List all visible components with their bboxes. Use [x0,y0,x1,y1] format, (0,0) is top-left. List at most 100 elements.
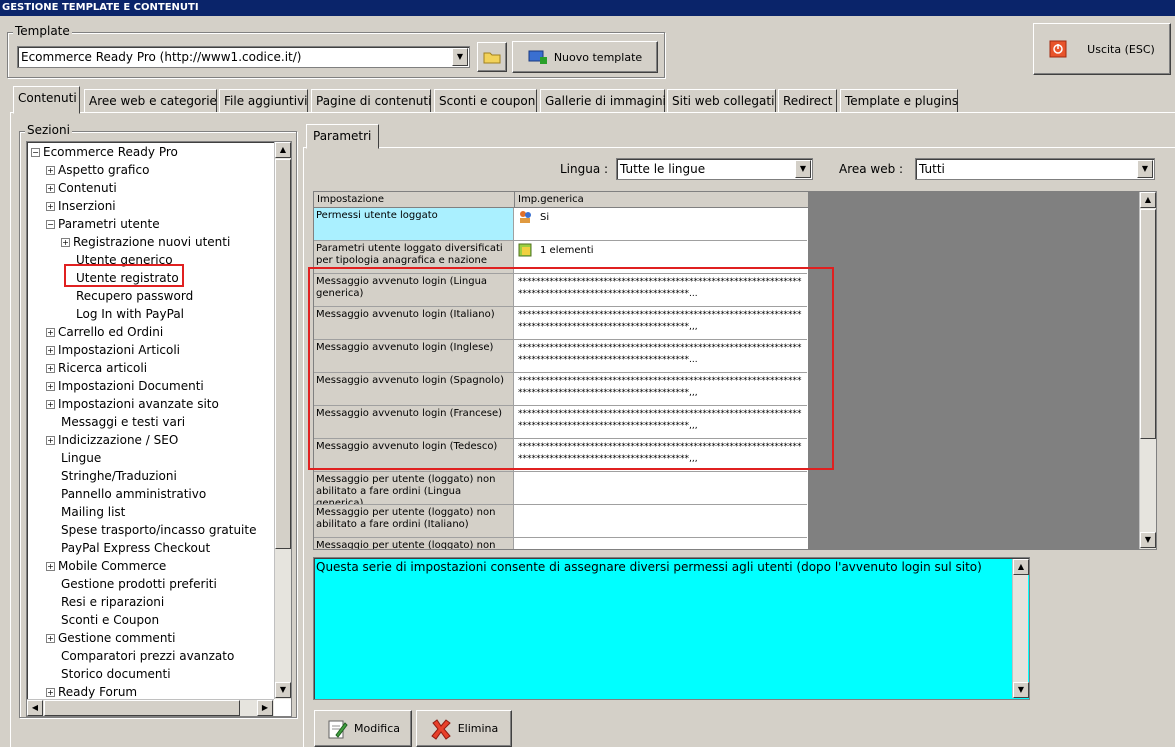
tree-item-pannello[interactable]: Pannello amministrativo [61,485,206,503]
tab-redirect[interactable]: Redirect [778,89,837,113]
tree-item-recupero-password[interactable]: Recupero password [76,287,193,305]
tree-vscrollbar[interactable]: ▲ ▼ [274,142,291,699]
tree-item-lingue[interactable]: Lingue [61,449,101,467]
tab-siti-collegati[interactable]: Siti web collegati [667,89,776,113]
scroll-right-icon[interactable]: ▶ [257,700,273,716]
scroll-down-icon[interactable]: ▼ [275,682,291,698]
setting-name: Messaggio per utente (loggato) non [314,538,514,549]
description-vscrollbar[interactable]: ▲ ▼ [1012,559,1029,698]
collapse-icon[interactable]: − [46,220,55,229]
expand-icon[interactable]: + [46,184,55,193]
tree-item-sconti-coupon[interactable]: Sconti e Coupon [61,611,159,629]
tree-item-registrazione[interactable]: + Registrazione nuovi utenti [61,233,230,251]
collapse-icon[interactable]: − [31,148,40,157]
modify-button[interactable]: Modifica [314,710,412,747]
setting-value-text: Si [540,212,550,223]
lingua-select[interactable]: Tutte le lingue ▼ [616,158,813,180]
expand-icon[interactable]: + [46,688,55,697]
tree-item-inserzioni[interactable]: + Inserzioni [46,197,116,215]
tab-contenuti[interactable]: Contenuti [13,86,80,114]
expand-icon[interactable]: + [46,346,55,355]
expand-icon[interactable]: + [46,382,55,391]
setting-value[interactable] [515,505,807,537]
tree-item-storico[interactable]: Storico documenti [61,665,171,683]
grid-vscrollbar[interactable]: ▲ ▼ [1139,192,1156,549]
expand-icon[interactable]: + [46,364,55,373]
tab-sconti-coupon[interactable]: Sconti e coupon [434,89,537,113]
tab-parametri[interactable]: Parametri [306,124,379,149]
scroll-up-icon[interactable]: ▲ [1140,192,1156,208]
setting-value[interactable] [515,538,807,549]
scroll-down-icon[interactable]: ▼ [1140,532,1156,548]
tree-item-gestione-commenti[interactable]: + Gestione commenti [46,629,175,647]
tree-item-impostazioni-articoli[interactable]: + Impostazioni Articoli [46,341,180,359]
expand-icon[interactable]: + [46,400,55,409]
grid-empty-area [808,192,1139,549]
area-web-select[interactable]: Tutti ▼ [915,158,1155,180]
tree-item-contenuti[interactable]: + Contenuti [46,179,117,197]
tree-item-spese-trasporto[interactable]: Spese trasporto/incasso gratuite [61,521,256,539]
expand-icon[interactable]: + [46,166,55,175]
tree-item-paypal-express[interactable]: PayPal Express Checkout [61,539,210,557]
expand-icon[interactable]: + [61,238,70,247]
chevron-down-icon[interactable]: ▼ [1137,160,1153,178]
grid-row[interactable]: Permessi utente loggato Si [314,208,807,241]
grid-row[interactable]: Messaggio per utente (loggato) non abili… [314,472,807,505]
expand-icon[interactable]: + [46,202,55,211]
tree-item-parametri-utente[interactable]: − Parametri utente [46,215,160,233]
open-folder-button[interactable] [477,42,507,72]
tree-item-mobile-commerce[interactable]: + Mobile Commerce [46,557,166,575]
tab-label: Pagine di contenuti [316,94,432,108]
tree-item-stringhe[interactable]: Stringhe/Traduzioni [61,467,177,485]
scroll-left-icon[interactable]: ◀ [27,700,43,716]
template-select[interactable]: Ecommerce Ready Pro (http://www1.codice.… [17,46,470,68]
tab-aree-web[interactable]: Aree web e categorie [84,89,217,113]
new-template-button[interactable]: Nuovo template [512,41,658,73]
grid-row[interactable]: Messaggio per utente (loggato) non abili… [314,505,807,538]
expand-icon[interactable]: + [46,436,55,445]
expand-icon[interactable]: + [46,634,55,643]
tree-item-ricerca-articoli[interactable]: + Ricerca articoli [46,359,147,377]
tree-item-login-paypal[interactable]: Log In with PayPal [76,305,184,323]
tab-gallerie[interactable]: Gallerie di immagini [540,89,666,113]
scroll-down-icon[interactable]: ▼ [1013,682,1029,698]
grid-scroll-thumb[interactable] [1140,209,1156,439]
tree-item-carrello[interactable]: + Carrello ed Ordini [46,323,163,341]
delete-button[interactable]: Elimina [416,710,512,747]
exit-button[interactable]: Uscita (ESC) [1033,23,1171,75]
tree-item-label: Inserzioni [58,199,116,213]
tree-hscrollbar[interactable]: ◀ ▶ [27,699,274,716]
tree-item-aspetto-grafico[interactable]: + Aspetto grafico [46,161,149,179]
tab-parametri-label: Parametri [313,129,372,143]
tab-pagine-contenuti[interactable]: Pagine di contenuti [311,89,431,113]
tree-item-mailing-list[interactable]: Mailing list [61,503,125,521]
tree-item-ecommerce-ready-pro[interactable]: − Ecommerce Ready Pro [31,143,178,161]
tab-file-aggiuntivi[interactable]: File aggiuntivi [219,89,308,113]
tab-template-plugins[interactable]: Template e plugins [840,89,958,113]
expand-icon[interactable]: + [46,562,55,571]
chevron-down-icon[interactable]: ▼ [452,48,468,66]
tree-item-label: Mobile Commerce [58,559,167,573]
setting-value[interactable]: Si [515,208,807,240]
tree-item-resi[interactable]: Resi e riparazioni [61,593,164,611]
scroll-up-icon[interactable]: ▲ [275,142,291,158]
exit-label: Uscita (ESC) [1087,42,1155,56]
tree-item-impostazioni-documenti[interactable]: + Impostazioni Documenti [46,377,204,395]
setting-value[interactable] [515,472,807,504]
tree-item-indicizzazione[interactable]: + Indicizzazione / SEO [46,431,178,449]
tree-item-label: Spese trasporto/incasso gratuite [61,523,257,537]
chevron-down-icon[interactable]: ▼ [795,160,811,178]
tree-item-impostazioni-avanzate[interactable]: + Impostazioni avanzate sito [46,395,219,413]
new-template-icon [528,50,547,64]
tree-item-preferiti[interactable]: Gestione prodotti preferiti [61,575,217,593]
tree-item-comparatori[interactable]: Comparatori prezzi avanzato [61,647,234,665]
tree-item-messaggi[interactable]: Messaggi e testi vari [61,413,185,431]
col-header-setting: Impostazione [317,194,385,205]
tree-scroll-thumb[interactable] [275,159,291,549]
scroll-up-icon[interactable]: ▲ [1013,559,1029,575]
expand-icon[interactable]: + [46,328,55,337]
tree-item-label: Registrazione nuovi utenti [73,235,231,249]
tree-item-label: Ricerca articoli [58,361,148,375]
grid-row[interactable]: Messaggio per utente (loggato) non [314,538,807,549]
tree-hscroll-thumb[interactable] [44,700,240,716]
